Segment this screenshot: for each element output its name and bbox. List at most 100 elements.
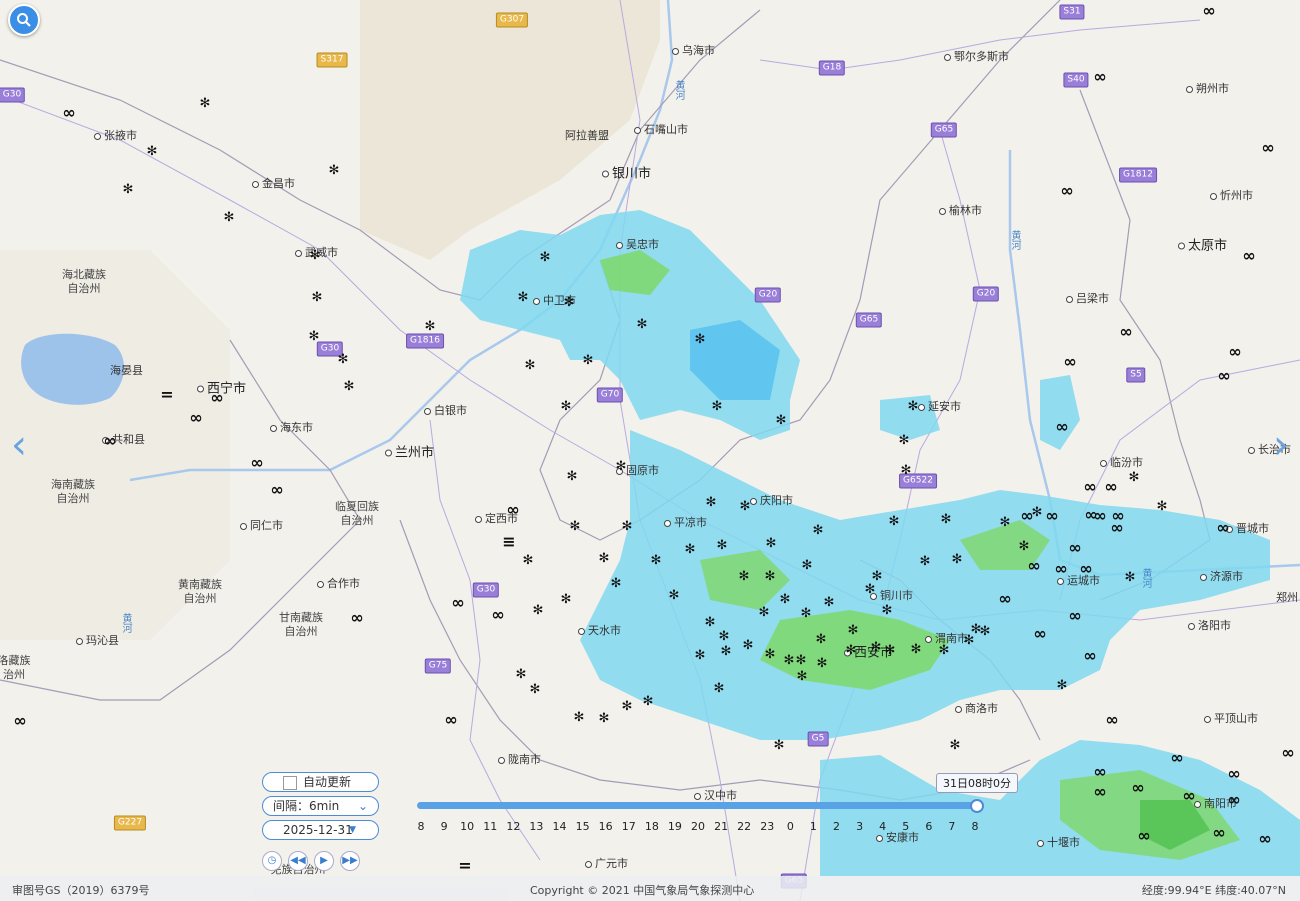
snow-symbol-icon: ✻ (522, 553, 534, 568)
snow-symbol-icon: ✻ (598, 711, 610, 726)
snow-symbol-icon: ✻ (684, 542, 696, 557)
snow-symbol-icon: ✻ (668, 588, 680, 603)
snow-symbol-icon: ✻ (900, 463, 912, 478)
mist-symbol-icon: = (160, 385, 174, 404)
city-name: 太原市 (1188, 238, 1228, 254)
search-button[interactable] (8, 4, 40, 36)
fog-symbol-icon: ∞ (1083, 646, 1097, 665)
road-shield: S40 (1063, 72, 1089, 88)
fog-symbol-icon: ∞ (444, 710, 458, 729)
city-label: 白银市 (424, 402, 467, 418)
snow-symbol-icon: ✻ (765, 536, 777, 551)
city-label: 晋城市 (1226, 520, 1269, 536)
city-label: 银川市 (602, 163, 651, 182)
city-label: 郑州 (1276, 589, 1298, 605)
snow-symbol-icon: ✻ (800, 606, 812, 621)
rewind-button[interactable]: ◀◀ (288, 851, 308, 871)
snow-symbol-icon: ✻ (711, 399, 723, 414)
date-select[interactable]: 2025-12-31 ▼ (262, 820, 379, 840)
snow-symbol-icon: ✻ (764, 647, 776, 662)
snow-symbol-icon: ✻ (621, 519, 633, 534)
fog-symbol-icon: ∞ (1217, 366, 1231, 385)
snow-symbol-icon: ✻ (739, 499, 751, 514)
snow-symbol-icon: ✻ (910, 642, 922, 657)
fog-symbol-icon: ∞ (250, 453, 264, 472)
fog-symbol-icon: ∞ (1228, 342, 1242, 361)
auto-update-toggle[interactable]: 自动更新 (262, 772, 379, 792)
playback-controls: ◷ ◀◀ ▶ ▶▶ (262, 848, 366, 871)
snow-symbol-icon: ✻ (705, 495, 717, 510)
city-name: 朔州市 (1196, 82, 1229, 95)
city-dot-icon (918, 403, 925, 411)
city-label: 榆林市 (939, 202, 982, 218)
interval-select[interactable]: 间隔：6min ⌄ (262, 796, 379, 816)
city-dot-icon (672, 47, 679, 55)
fog-symbol-icon: ∞ (103, 431, 117, 450)
city-label: 天水市 (578, 622, 621, 638)
timeline-tick-label: 20 (691, 820, 705, 833)
city-label: 同仁市 (240, 517, 283, 533)
city-label: 朔州市 (1186, 80, 1229, 96)
timeline-tick-label: 17 (621, 820, 636, 833)
checkbox[interactable] (283, 776, 297, 790)
city-label: 乌海市 (672, 42, 715, 58)
snow-symbol-icon: ✻ (621, 699, 633, 714)
fast-forward-button[interactable]: ▶▶ (340, 851, 360, 871)
fog-symbol-icon: ∞ (451, 593, 465, 612)
road-shield: G70 (596, 387, 624, 403)
road-shield: G18 (818, 60, 846, 76)
city-name: 阿拉善盟 (565, 129, 609, 142)
fog-symbol-icon: ∞ (506, 500, 520, 519)
city-name: 金昌市 (262, 177, 295, 190)
snow-symbol-icon: ✻ (795, 653, 807, 668)
city-name: 海晏县 (110, 364, 143, 377)
current-time-label: 31日08时0分 (936, 773, 1018, 793)
city-label: 铜川市 (870, 587, 913, 603)
city-name: 海东市 (280, 421, 313, 434)
snow-symbol-icon: ✻ (694, 332, 706, 347)
city-dot-icon (498, 756, 505, 764)
prev-arrow-icon[interactable]: ‹ (4, 425, 34, 465)
fog-symbol-icon: ∞ (270, 480, 284, 499)
timeline-handle[interactable] (970, 799, 984, 813)
city-name: 玛沁县 (86, 634, 119, 647)
play-button[interactable]: ▶ (314, 851, 334, 871)
snow-symbol-icon: ✻ (642, 694, 654, 709)
snow-symbol-icon: ✻ (718, 629, 730, 644)
city-dot-icon (1186, 85, 1193, 93)
timeline[interactable]: 8 9 10 11 12 13 14 15 16 17 18 19 20 21 22 23 0 1 2 3 4 5 6 7 8 (415, 800, 980, 840)
timeline-tick-label: 18 (644, 820, 659, 833)
city-name: 吴忠市 (626, 238, 659, 251)
snow-symbol-icon: ✻ (816, 656, 828, 671)
city-dot-icon (585, 860, 592, 868)
timeline-tick-label: 9 (440, 820, 448, 833)
snow-symbol-icon: ✻ (560, 592, 572, 607)
fog-symbol-icon: ∞ (1104, 477, 1118, 496)
fog-symbol-icon: ∞ (1083, 477, 1097, 496)
city-label: 阿拉善盟 (565, 127, 609, 143)
snow-symbol-icon: ✻ (758, 605, 770, 620)
fog-symbol-icon: ∞ (1045, 506, 1059, 525)
city-dot-icon (270, 424, 277, 432)
city-dot-icon (240, 522, 247, 530)
timeline-track[interactable] (417, 802, 977, 809)
next-arrow-icon[interactable]: › (1266, 425, 1296, 465)
city-label: 石嘴山市 (634, 121, 688, 137)
city-name: 广元市 (595, 857, 628, 870)
snow-symbol-icon: ✻ (823, 595, 835, 610)
city-label: 张掖市 (94, 127, 137, 143)
road-shield: G65 (855, 312, 883, 328)
city-name: 十堰市 (1047, 836, 1080, 849)
road-shield: S317 (316, 52, 348, 68)
snow-symbol-icon: ✻ (582, 353, 594, 368)
snow-symbol-icon: ✻ (871, 569, 883, 584)
city-name: 固原市 (626, 464, 659, 477)
city-dot-icon (1210, 192, 1217, 200)
city-label: 平顶山市 (1204, 710, 1258, 726)
snow-symbol-icon: ✻ (560, 399, 572, 414)
fog-symbol-icon: ∞ (1258, 829, 1272, 848)
city-name: 乌海市 (682, 44, 715, 57)
snow-symbol-icon: ✻ (738, 569, 750, 584)
snow-symbol-icon: ✻ (884, 643, 896, 658)
speed-icon[interactable]: ◷ (262, 851, 282, 871)
